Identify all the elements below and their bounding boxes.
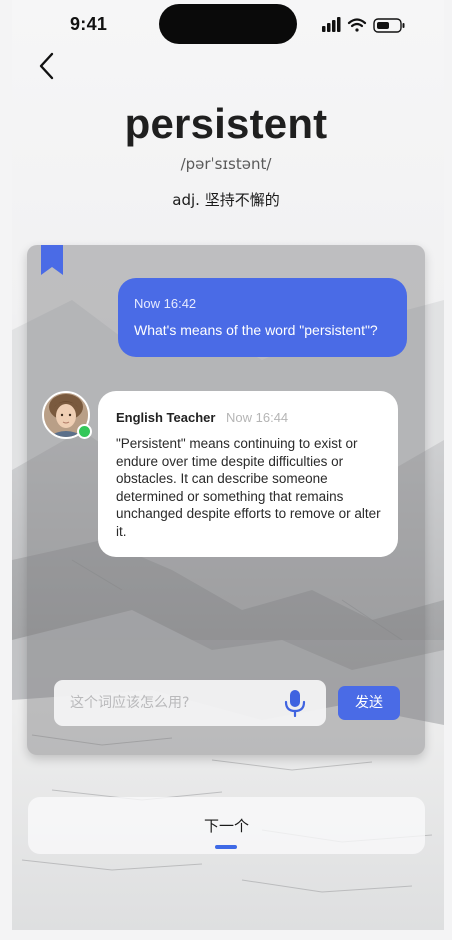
question-input[interactable] [70,680,270,726]
battery-icon [373,18,405,33]
online-status-dot [77,424,92,439]
teacher-message-bubble: English Teacher Now 16:44 "Persistent" m… [98,391,398,557]
word-definition: adj. 坚持不懈的 [172,191,280,209]
wifi-icon [347,18,367,32]
chat-card: Now 16:42 What's means of the word "pers… [27,245,425,755]
user-message-time: Now 16:42 [134,296,197,311]
teacher-message-text: "Persistent" means continuing to exist o… [116,436,381,539]
user-message-bubble: Now 16:42 What's means of the word "pers… [118,278,407,357]
active-indicator [215,845,237,849]
microphone-icon[interactable] [283,689,307,717]
app-screen: 9:41 persistent /pərˈsɪstənt/ adj. 坚持不懈的… [0,0,452,940]
next-word-button[interactable]: 下一个 [28,797,425,854]
status-time: 9:41 [70,14,108,34]
next-word-label: 下一个 [203,817,249,835]
status-icons [322,15,412,35]
word-title: persistent [124,100,328,147]
signal-icon [322,17,341,32]
question-input-field[interactable] [54,680,326,726]
back-button[interactable] [36,50,64,82]
user-message-text: What's means of the word "persistent"? [134,322,378,338]
word-phonetic: /pərˈsɪstənt/ [180,155,272,173]
teacher-name: English Teacher [116,410,216,425]
chevron-left-icon [39,52,54,80]
teacher-message-time: Now 16:44 [226,410,289,425]
dynamic-island [159,4,297,44]
bookmark-icon[interactable] [41,245,63,275]
send-button[interactable]: 发送 [338,686,400,720]
